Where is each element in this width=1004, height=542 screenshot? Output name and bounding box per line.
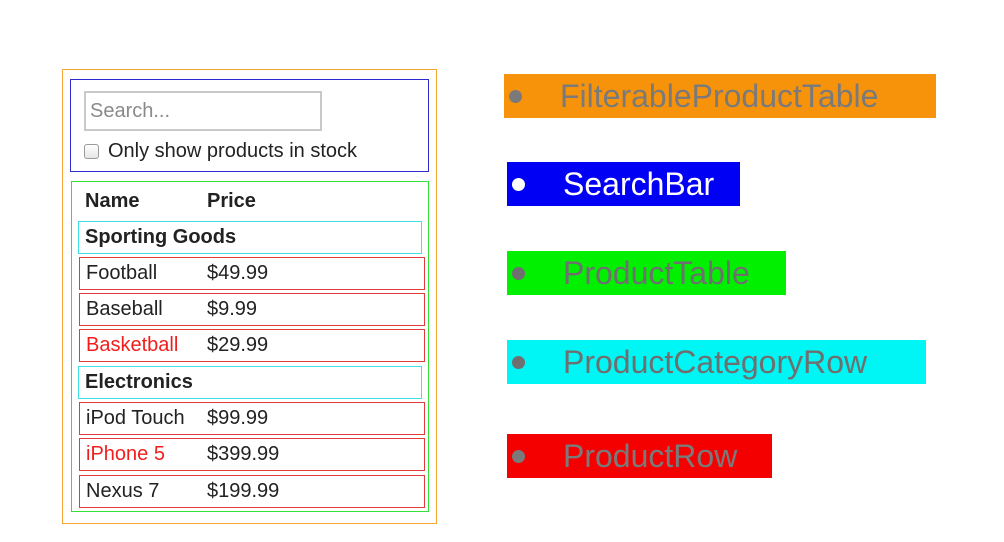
product-row: Basketball $29.99 (79, 329, 425, 362)
legend-item-filterable-product-table: FilterableProductTable (504, 74, 936, 118)
legend-item-product-category-row: ProductCategoryRow (507, 340, 926, 384)
bullet-icon (509, 89, 522, 103)
legend-label: FilterableProductTable (560, 77, 879, 114)
legend-item-product-row: ProductRow (507, 434, 772, 478)
product-price: $99.99 (207, 407, 269, 429)
product-row: Baseball $9.99 (79, 293, 425, 326)
legend-item-search-bar: SearchBar (507, 162, 740, 206)
product-price: $29.99 (207, 334, 269, 356)
product-price: $49.99 (207, 262, 269, 284)
category-row: Sporting Goods (78, 221, 422, 254)
legend-label: ProductCategoryRow (563, 343, 868, 380)
in-stock-label: Only show products in stock (108, 139, 357, 162)
bullet-icon (512, 449, 525, 463)
bullet-icon (512, 355, 525, 369)
search-input[interactable] (84, 91, 322, 131)
product-name: Basketball (86, 334, 179, 356)
legend-item-product-table: ProductTable (507, 251, 786, 295)
product-row: Football $49.99 (79, 257, 425, 290)
stock-filter[interactable]: Only show products in stock (84, 138, 357, 164)
bullet-icon (512, 266, 525, 280)
legend-label: ProductRow (563, 437, 738, 474)
product-name: Nexus 7 (86, 480, 160, 502)
product-price: $9.99 (207, 298, 258, 320)
category-name: Electronics (85, 371, 193, 393)
product-name: Football (86, 262, 158, 284)
product-row: iPhone 5 $399.99 (79, 438, 425, 471)
column-header-price: Price (207, 190, 256, 212)
category-name: Sporting Goods (85, 226, 237, 248)
column-header-name: Name (85, 190, 140, 212)
product-price: $199.99 (207, 480, 280, 502)
product-row: iPod Touch $99.99 (79, 402, 425, 435)
legend-label: SearchBar (563, 165, 715, 202)
legend-label: ProductTable (563, 254, 750, 291)
product-price: $399.99 (207, 443, 280, 465)
product-name: Baseball (86, 298, 163, 320)
product-name: iPhone 5 (86, 443, 165, 465)
product-name: iPod Touch (86, 407, 185, 429)
bullet-icon (512, 177, 525, 191)
product-row: Nexus 7 $199.99 (79, 475, 425, 508)
in-stock-checkbox[interactable] (84, 143, 99, 159)
category-row: Electronics (78, 366, 422, 399)
